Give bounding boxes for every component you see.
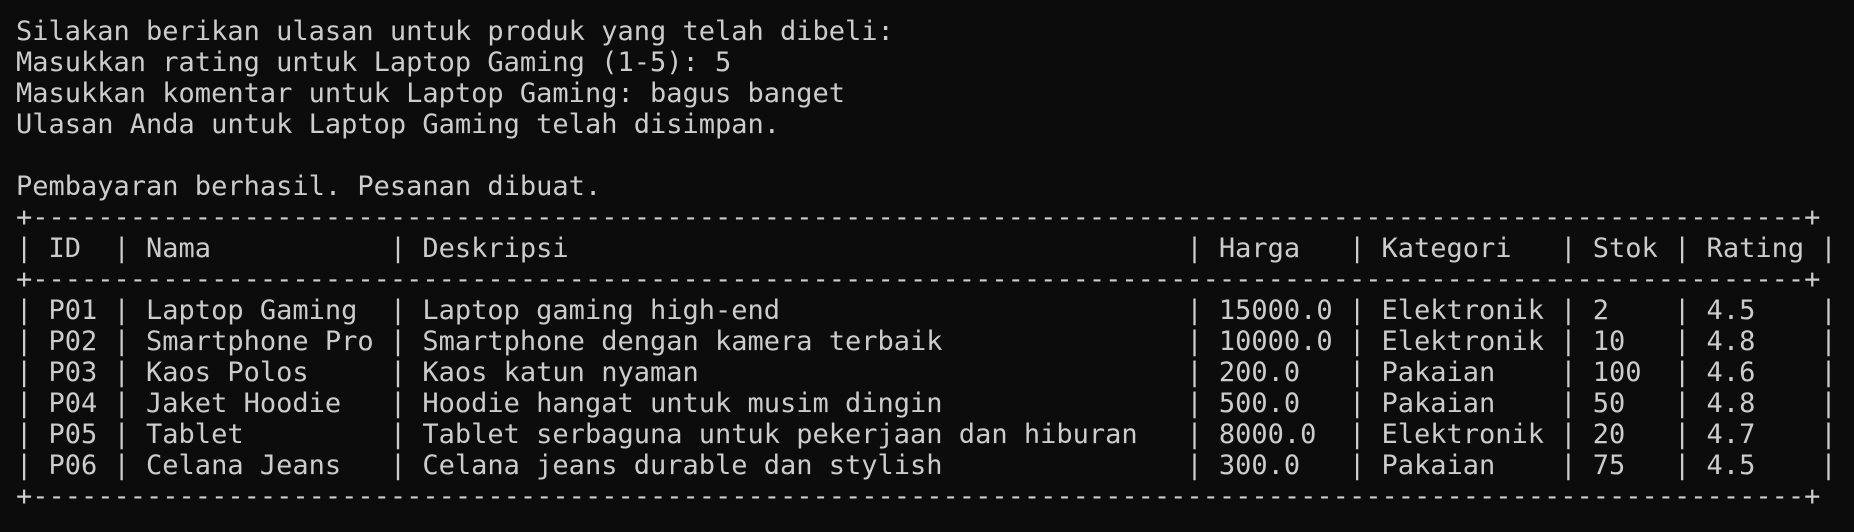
table-row: | P03 | Kaos Polos | Kaos katun nyaman |… — [16, 357, 1837, 388]
table-border-bottom: +---------------------------------------… — [16, 481, 1821, 512]
table-row: | P05 | Tablet | Tablet serbaguna untuk … — [16, 419, 1837, 450]
table-row: | P06 | Celana Jeans | Celana jeans dura… — [16, 450, 1837, 481]
table-row: | P02 | Smartphone Pro | Smartphone deng… — [16, 326, 1837, 357]
prompt-intro: Silakan berikan ulasan untuk produk yang… — [16, 16, 894, 47]
payment-success-message: Pembayaran berhasil. Pesanan dibuat. — [16, 171, 602, 202]
table-border-top: +---------------------------------------… — [16, 202, 1821, 233]
comment-prompt: Masukkan komentar untuk Laptop Gaming: b… — [16, 78, 846, 109]
table-border-header: +---------------------------------------… — [16, 264, 1821, 295]
table-row: | P01 | Laptop Gaming | Laptop gaming hi… — [16, 295, 1837, 326]
review-saved-message: Ulasan Anda untuk Laptop Gaming telah di… — [16, 109, 781, 140]
table-row: | P04 | Jaket Hoodie | Hoodie hangat unt… — [16, 388, 1837, 419]
terminal-window[interactable]: Silakan berikan ulasan untuk produk yang… — [0, 0, 1854, 532]
table-header: | ID | Nama | Deskripsi | Harga | Katego… — [16, 233, 1837, 264]
rating-prompt: Masukkan rating untuk Laptop Gaming (1-5… — [16, 47, 732, 78]
